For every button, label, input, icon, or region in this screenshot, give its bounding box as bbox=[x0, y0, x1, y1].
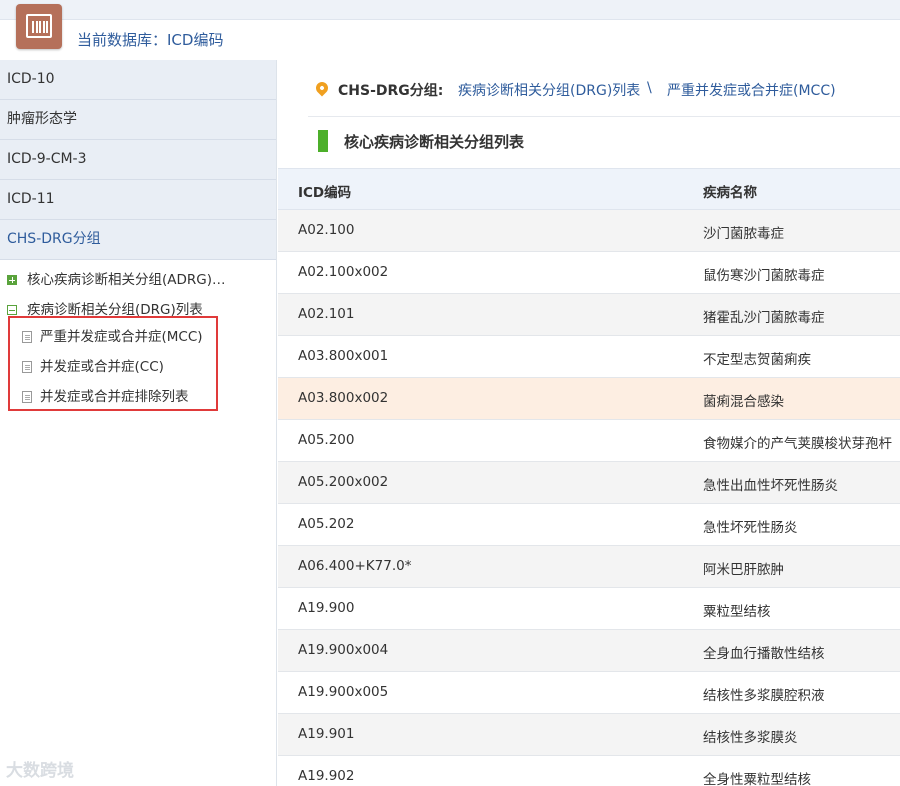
header: 当前数据库：ICD编码 bbox=[0, 4, 900, 60]
document-icon bbox=[22, 391, 32, 403]
tree-leaf-label: 严重并发症或合并症(MCC) bbox=[40, 329, 203, 345]
breadcrumb-link-drg-list[interactable]: 疾病诊断相关分组(DRG)列表 bbox=[458, 80, 640, 100]
sidebar-item-icd9cm3[interactable]: ICD-9-CM-3 bbox=[0, 140, 276, 180]
cell-icd-code: A19.902 bbox=[298, 768, 355, 784]
cell-disease-name: 鼠伤寒沙门菌脓毒症 bbox=[703, 268, 825, 284]
barcode-card-icon bbox=[16, 4, 62, 49]
table-row[interactable]: A06.400+K77.0* 阿米巴肝脓肿 bbox=[278, 546, 900, 588]
table-row[interactable]: A03.800x001 不定型志贺菌痢疾 bbox=[278, 336, 900, 378]
document-icon bbox=[22, 361, 32, 373]
column-header-icd-code: ICD编码 bbox=[298, 185, 352, 201]
cell-icd-code: A19.900 bbox=[298, 600, 355, 616]
sidebar-item-chs-drg[interactable]: CHS-DRG分组 bbox=[0, 220, 276, 260]
table-row[interactable]: A05.200 食物媒介的产气荚膜梭状芽孢杆 bbox=[278, 420, 900, 462]
table-row[interactable]: A05.200x002 急性出血性坏死性肠炎 bbox=[278, 462, 900, 504]
cell-icd-code: A05.200 bbox=[298, 432, 355, 448]
table-row[interactable]: A03.800x002 菌痢混合感染 bbox=[278, 378, 900, 420]
cell-icd-code: A03.800x001 bbox=[298, 348, 389, 364]
table-row[interactable]: A19.900x004 全身血行播散性结核 bbox=[278, 630, 900, 672]
tree-node-adrg[interactable]: 核心疾病诊断相关分组(ADRG)… bbox=[0, 265, 276, 295]
cell-icd-code: A02.100 bbox=[298, 222, 355, 238]
cell-disease-name: 食物媒介的产气荚膜梭状芽孢杆 bbox=[703, 436, 892, 452]
table-row[interactable]: A19.900x005 结核性多浆膜腔积液 bbox=[278, 672, 900, 714]
sidebar-item-icd10[interactable]: ICD-10 bbox=[0, 60, 276, 100]
database-title: 当前数据库：ICD编码 bbox=[77, 31, 224, 49]
cell-icd-code: A02.101 bbox=[298, 306, 355, 322]
table-row[interactable]: A19.901 结核性多浆膜炎 bbox=[278, 714, 900, 756]
cell-icd-code: A19.900x005 bbox=[298, 684, 389, 700]
cell-disease-name: 菌痢混合感染 bbox=[703, 394, 784, 410]
cell-disease-name: 全身性粟粒型结核 bbox=[703, 772, 811, 786]
table-row[interactable]: A02.100x002 鼠伤寒沙门菌脓毒症 bbox=[278, 252, 900, 294]
table-header: ICD编码 疾病名称 bbox=[278, 168, 900, 210]
cell-disease-name: 猪霍乱沙门菌脓毒症 bbox=[703, 310, 825, 326]
cell-disease-name: 全身血行播散性结核 bbox=[703, 646, 825, 662]
table-body: A02.100 沙门菌脓毒症 A02.100x002 鼠伤寒沙门菌脓毒症 A02.101… bbox=[278, 210, 900, 786]
icd-table: ICD编码 疾病名称 A02.100 沙门菌脓毒症 A02.100x002 鼠伤寒沙门… bbox=[278, 168, 900, 786]
collapse-minus-icon[interactable] bbox=[7, 305, 17, 315]
document-icon bbox=[22, 331, 32, 343]
cell-disease-name: 粟粒型结核 bbox=[703, 604, 771, 620]
watermark: 大数跨境 bbox=[6, 761, 74, 781]
table-row[interactable]: A19.900 粟粒型结核 bbox=[278, 588, 900, 630]
section-title: 核心疾病诊断相关分组列表 bbox=[344, 133, 525, 151]
sidebar-item-icd11[interactable]: ICD-11 bbox=[0, 180, 276, 220]
tree-leaf-label: 并发症或合并症(CC) bbox=[40, 359, 164, 375]
cell-disease-name: 不定型志贺菌痢疾 bbox=[703, 352, 811, 368]
table-row[interactable]: A02.100 沙门菌脓毒症 bbox=[278, 210, 900, 252]
cell-icd-code: A05.202 bbox=[298, 516, 355, 532]
table-row[interactable]: A19.902 全身性粟粒型结核 bbox=[278, 756, 900, 786]
sidebar-item-tumor-morphology[interactable]: 肿瘤形态学 bbox=[0, 100, 276, 140]
top-strip bbox=[0, 0, 900, 20]
table-row[interactable]: A02.101 猪霍乱沙门菌脓毒症 bbox=[278, 294, 900, 336]
cell-icd-code: A03.800x002 bbox=[298, 390, 389, 406]
sidebar: ICD-10 肿瘤形态学 ICD-9-CM-3 ICD-11 CHS-DRG分组… bbox=[0, 60, 277, 786]
divider bbox=[308, 116, 900, 117]
breadcrumb-link-mcc[interactable]: 严重并发症或合并症(MCC) bbox=[667, 80, 836, 100]
cell-icd-code: A19.900x004 bbox=[298, 642, 389, 658]
cell-disease-name: 急性出血性坏死性肠炎 bbox=[703, 478, 838, 494]
section-accent-bar bbox=[318, 130, 328, 152]
main-content: CHS-DRG分组: 疾病诊断相关分组(DRG)列表 \ 严重并发症或合并症(M… bbox=[278, 60, 900, 786]
tree-leaf-label: 并发症或合并症排除列表 bbox=[40, 389, 189, 405]
cell-icd-code: A06.400+K77.0* bbox=[298, 558, 412, 574]
table-row[interactable]: A05.202 急性坏死性肠炎 bbox=[278, 504, 900, 546]
cell-icd-code: A05.200x002 bbox=[298, 474, 389, 490]
tree-node-label: 核心疾病诊断相关分组(ADRG)… bbox=[27, 272, 226, 288]
cell-disease-name: 结核性多浆膜腔积液 bbox=[703, 688, 825, 704]
cell-disease-name: 阿米巴肝脓肿 bbox=[703, 562, 784, 578]
breadcrumb-separator: \ bbox=[647, 80, 652, 96]
expand-plus-icon[interactable] bbox=[7, 275, 17, 285]
cell-icd-code: A02.100x002 bbox=[298, 264, 389, 280]
cell-disease-name: 结核性多浆膜炎 bbox=[703, 730, 798, 746]
breadcrumb-label: CHS-DRG分组: bbox=[338, 83, 444, 99]
column-header-disease-name: 疾病名称 bbox=[703, 185, 757, 201]
highlight-box: 严重并发症或合并症(MCC) 并发症或合并症(CC) 并发症或合并症排除列表 bbox=[8, 316, 218, 411]
cell-icd-code: A19.901 bbox=[298, 726, 355, 742]
location-pin-icon bbox=[313, 79, 331, 97]
cell-disease-name: 急性坏死性肠炎 bbox=[703, 520, 798, 536]
cell-disease-name: 沙门菌脓毒症 bbox=[703, 226, 784, 242]
